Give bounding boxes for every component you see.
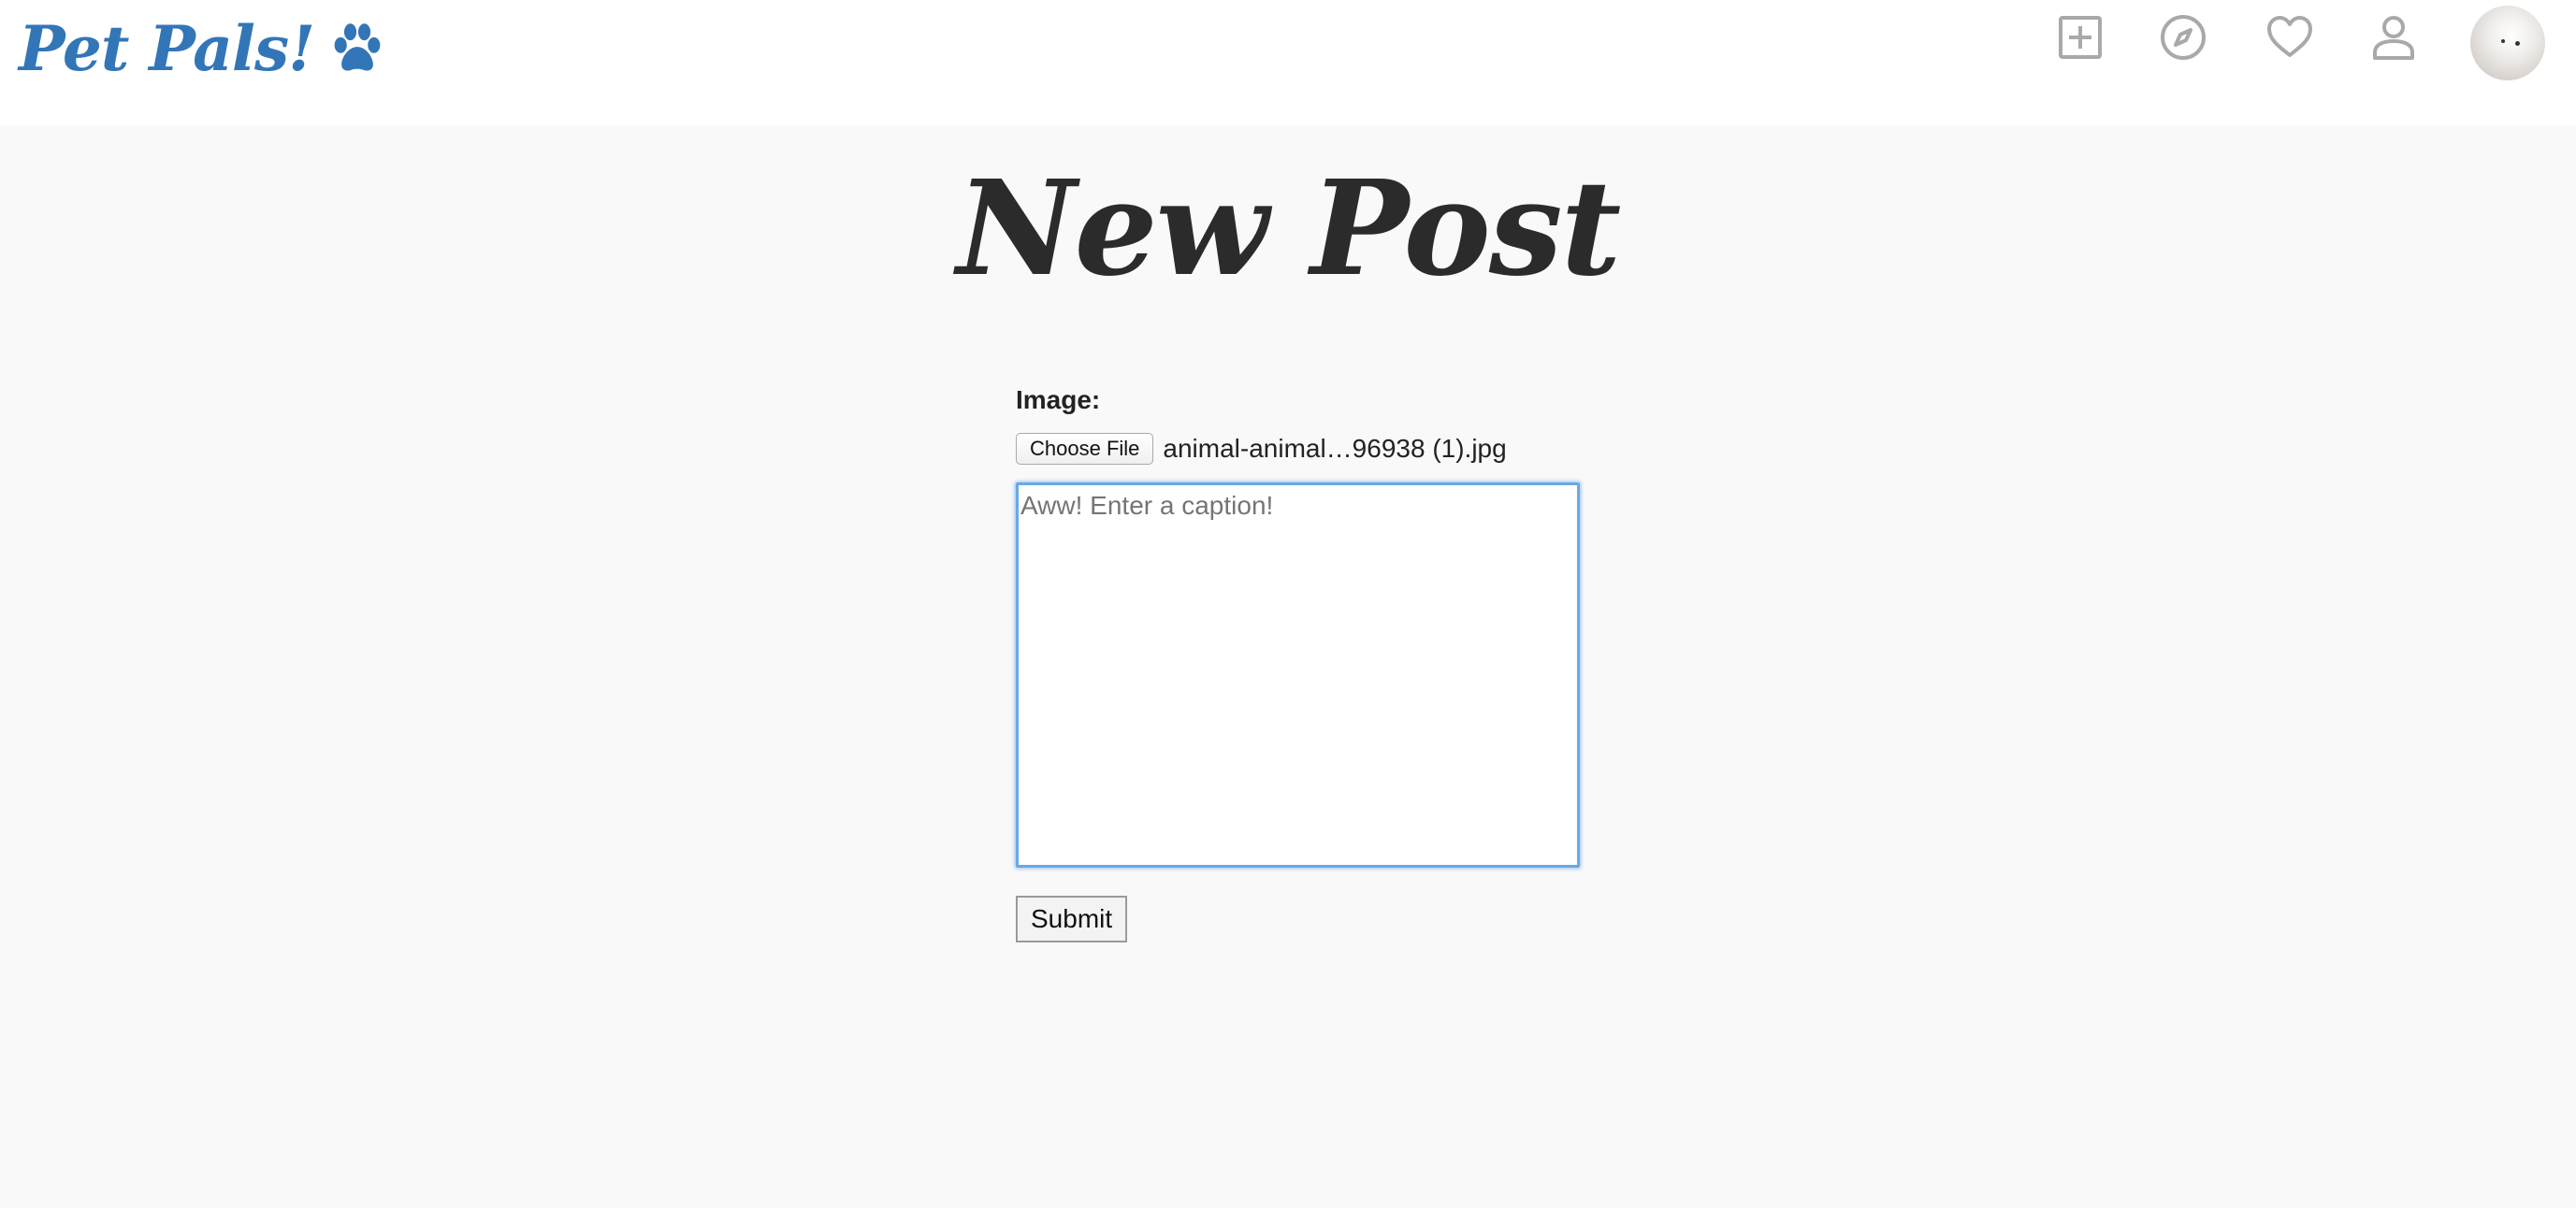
caption-textarea[interactable] [1016,482,1580,868]
page-title: New Post [956,152,1622,306]
selected-file-name: animal-animal…96938 (1).jpg [1163,434,1507,463]
file-input: Choose File animal-animal…96938 (1).jpg [1016,430,1577,467]
image-label: Image: [1016,385,1101,414]
nav-icons [0,0,2576,80]
submit-button[interactable]: Submit [1016,896,1128,942]
avatar-eye [2515,41,2520,46]
navbar: Pet Pals! [0,0,2576,125]
choose-file-button[interactable]: Choose File [1016,433,1154,465]
user-icon [2373,16,2414,60]
new-post-form: Image: Choose File animal-animal…96938 (… [1016,385,1580,942]
profile-icon[interactable] [2367,11,2420,64]
avatar[interactable] [2470,6,2545,80]
new-post-icon[interactable] [2054,11,2106,64]
compass-icon [2161,15,2206,60]
plus-square-icon [2059,16,2102,59]
explore-icon[interactable] [2157,11,2209,64]
heart-icon [2267,16,2312,57]
avatar-eye [2501,39,2505,43]
likes-icon[interactable] [2264,11,2316,64]
